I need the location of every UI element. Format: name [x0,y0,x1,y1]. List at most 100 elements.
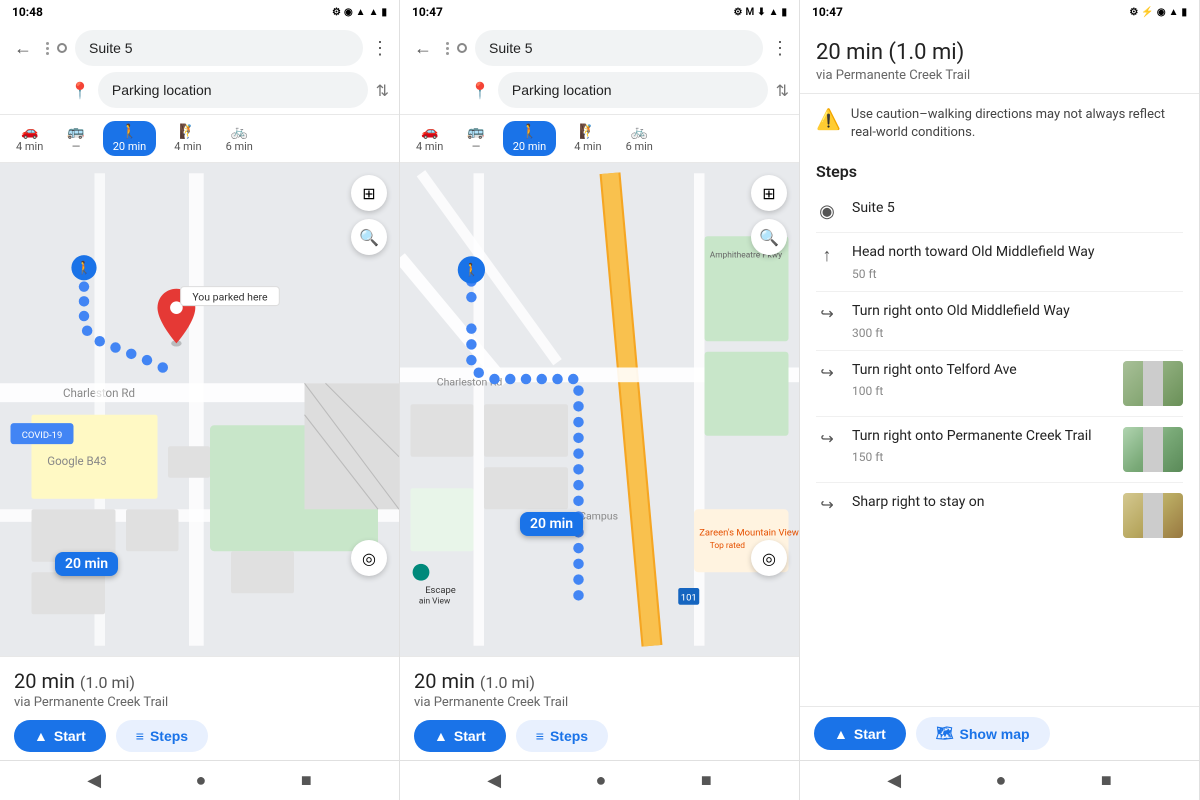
layers-button-1[interactable]: ⊞ [351,175,387,211]
steps-button-2[interactable]: ≡ Steps [516,720,608,752]
bike-label-2: 6 min [626,140,653,153]
steps-scrollable[interactable]: ⚠️ Use caution–walking directions may no… [800,94,1199,706]
start-button-3[interactable]: ▲ Start [814,717,906,750]
time-1: 10:48 [12,5,43,19]
back-nav-1[interactable]: ◀ [87,770,101,791]
dest-pin-2: 📍 [470,81,490,100]
panel-2: 10:47 ⚙ M ⬇ ▲ ▮ ← ⋮ 📍 ⇅ 🚗 [400,0,800,800]
back-button-2[interactable]: ← [410,36,436,61]
tab-hike-1[interactable]: 🧗 4 min [168,122,207,155]
zoom-button-2[interactable]: 🔍 [751,219,787,255]
map-controls-1: ⊞ [351,175,387,211]
from-input-2[interactable] [475,30,763,66]
svg-text:Zareen's Mountain View: Zareen's Mountain View [699,528,799,539]
wifi-icon-1: ▲ [369,7,379,18]
bottom-actions-1: ▲ Start ≡ Steps [14,720,385,752]
recents-nav-3[interactable]: ■ [1101,770,1112,791]
bottom-title-1: 20 min (1.0 mi) [14,669,385,693]
recents-nav-2[interactable]: ■ [701,770,712,791]
origin-dot-1 [57,43,67,53]
to-input-2[interactable] [498,72,768,108]
tab-transit-2[interactable]: 🚌 — [461,122,490,155]
zoom-button-1[interactable]: 🔍 [351,219,387,255]
svg-text:🚶: 🚶 [76,260,92,276]
warning-text: Use caution–walking directions may not a… [851,106,1183,142]
tab-hike-2[interactable]: 🧗 4 min [568,122,607,155]
map-controls-4: ⊞ [751,175,787,211]
transit-icon-2: 🚌 [467,124,484,140]
step-content-4: Turn right onto Permanente Creek Trail 1… [852,427,1109,465]
show-map-button[interactable]: 🗺 Show map [916,717,1050,750]
home-nav-2[interactable]: ● [596,770,607,791]
tab-walk-1[interactable]: 🚶 20 min [103,121,157,156]
back-nav-2[interactable]: ◀ [487,770,501,791]
car-label-1: 4 min [16,140,43,153]
tab-car-1[interactable]: 🚗 4 min [10,122,49,155]
step-content-0: Suite 5 [852,199,1183,219]
step-text-2: Turn right onto Old Middlefield Way [852,302,1183,322]
step-item-3: ↩ Turn right onto Telford Ave 100 ft [816,351,1183,417]
home-nav-1[interactable]: ● [196,770,207,791]
car-icon-2: 🚗 [421,124,438,140]
hike-icon-2: 🧗 [579,124,596,140]
tab-bike-1[interactable]: 🚲 6 min [220,122,259,155]
map-controls-3: ◎ [351,540,387,576]
svg-text:Escape: Escape [425,585,456,596]
step-img-4 [1123,427,1183,472]
warning-icon: ⚠️ [816,107,841,131]
tab-walk-2[interactable]: 🚶 20 min [503,121,557,156]
hike-label-2: 4 min [574,140,601,153]
bottom-info-1: 20 min (1.0 mi) via Permanente Creek Tra… [0,656,399,760]
svg-text:101: 101 [681,593,697,604]
step-item-4: ↩ Turn right onto Permanente Creek Trail… [816,417,1183,483]
car-label-2: 4 min [416,140,443,153]
steps-header: 20 min (1.0 mi) via Permanente Creek Tra… [800,24,1199,94]
tab-car-2[interactable]: 🚗 4 min [410,122,449,155]
steps-button-1[interactable]: ≡ Steps [116,720,208,752]
swap-button-2[interactable]: ⇅ [776,81,789,100]
bike-icon-1: 🚲 [231,124,248,140]
steps-via: via Permanente Creek Trail [816,68,1183,83]
search-row-from-2: ← ⋮ [410,30,789,66]
back-nav-3[interactable]: ◀ [887,770,901,791]
swap-button-1[interactable]: ⇅ [376,81,389,100]
transit-icon-1: 🚌 [67,124,84,140]
time-3: 10:47 [812,5,843,19]
steps-section: Steps ◉ Suite 5 ↑ Head north toward Old … [800,154,1199,555]
panel-1: 10:48 ⚙ ◉ ▲ ▲ ▮ ← ⋮ 📍 ⇅ 🚗 [0,0,400,800]
tab-transit-1[interactable]: 🚌 — [61,122,90,155]
steps-main-title: 20 min (1.0 mi) [816,40,1183,65]
status-icons-1: ⚙ ◉ ▲ ▲ ▮ [332,7,387,18]
layers-button-2[interactable]: ⊞ [751,175,787,211]
map-area-1: Charleston Rd Google B43 [0,163,399,656]
from-input-1[interactable] [75,30,363,66]
tab-bike-2[interactable]: 🚲 6 min [620,122,659,155]
location-icon-3: ◉ [1157,7,1166,18]
to-input-1[interactable] [98,72,368,108]
search-area-2: ← ⋮ 📍 ⇅ [400,24,799,115]
search-area-1: ← ⋮ 📍 ⇅ [0,24,399,115]
battery-icon-2: ▮ [781,7,787,18]
more-menu-2[interactable]: ⋮ [771,38,789,59]
recents-nav-1[interactable]: ■ [301,770,312,791]
walk-label-2: 20 min [513,140,547,153]
location-button-1[interactable]: ◎ [351,540,387,576]
search-dots-1 [46,42,49,55]
bottom-parens-1: (1.0 mi) [80,673,135,692]
start-button-2[interactable]: ▲ Start [414,720,506,752]
home-nav-3[interactable]: ● [996,770,1007,791]
steps-icon-1: ≡ [136,728,144,744]
back-button-1[interactable]: ← [10,36,36,61]
cast-icon-2: ⬇ [757,7,765,18]
step-text-1: Head north toward Old Middlefield Way [852,243,1183,263]
mail-icon-2: M [745,7,754,18]
step-dist-2: 300 ft [852,326,1183,340]
start-button-1[interactable]: ▲ Start [14,720,106,752]
nav-bar-1: ◀ ● ■ [0,760,399,800]
location-button-2[interactable]: ◎ [751,540,787,576]
battery-icon-3: ▮ [1181,7,1187,18]
search-row-to-2: 📍 ⇅ [410,72,789,108]
more-menu-1[interactable]: ⋮ [371,38,389,59]
settings-icon-1: ⚙ [332,7,341,18]
bike-label-1: 6 min [226,140,253,153]
